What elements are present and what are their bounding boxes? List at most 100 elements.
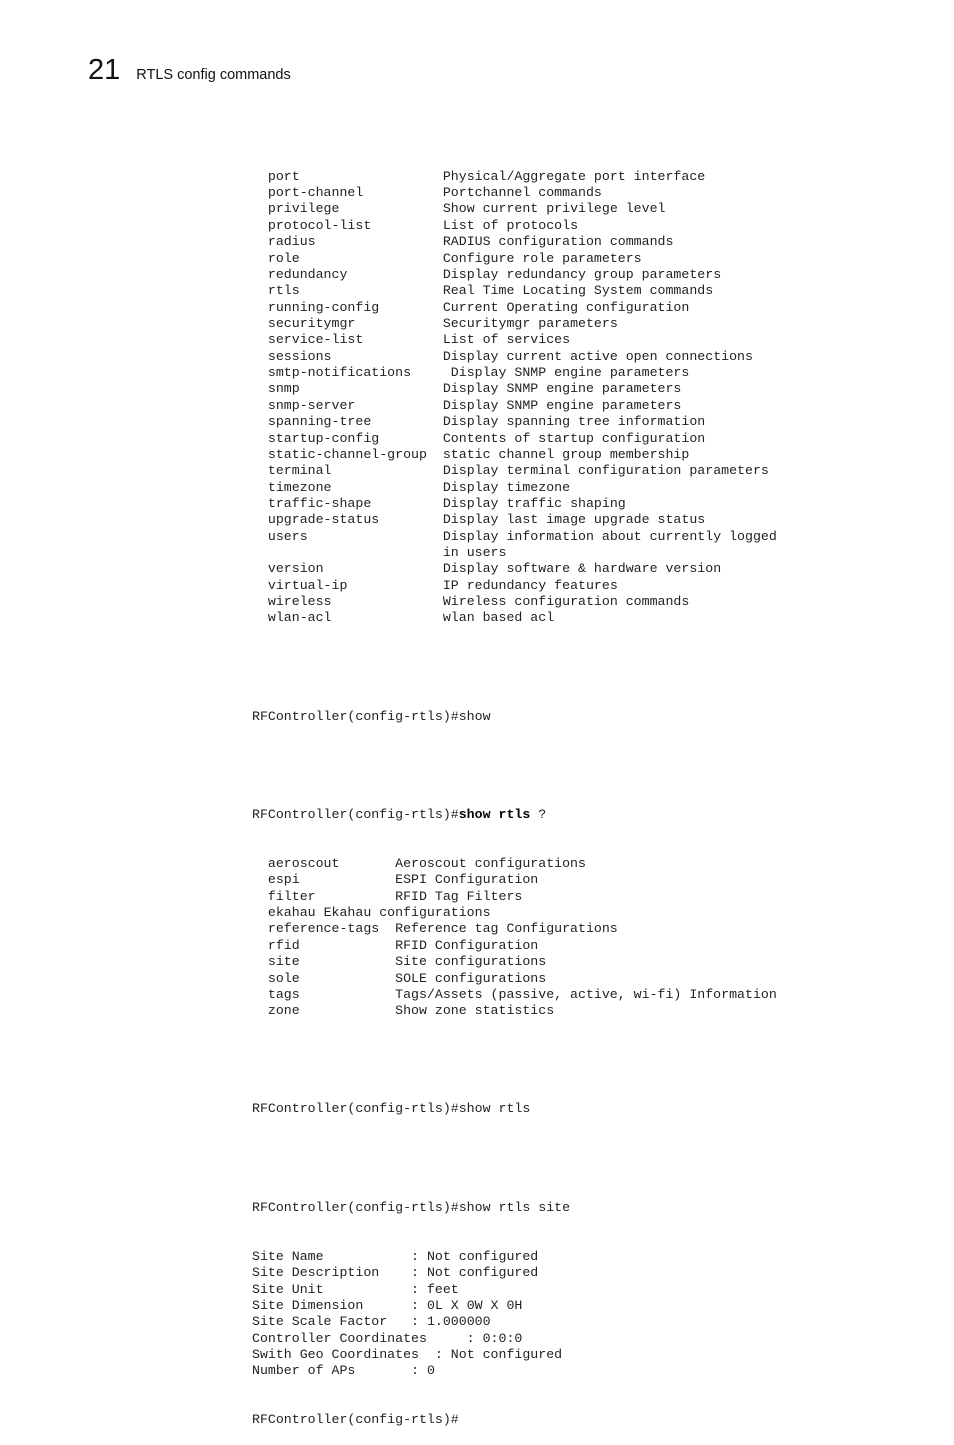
site-info-label: Controller Coordinates : [252, 1330, 483, 1346]
page-header: 21 RTLS config commands [88, 54, 291, 94]
site-info-row: Site Description : Not configured [252, 1265, 777, 1281]
site-info-value: 0L X 0W X 0H [426, 1297, 523, 1313]
show-option-row: smtp-notifications Display SNMP engine p… [252, 365, 777, 381]
show-option-row: terminal Display terminal configuration … [252, 463, 777, 479]
option-command: redundancy [252, 266, 443, 282]
show-option-row: wlan-acl wlan based acl [252, 610, 777, 626]
option-description: Display spanning tree information [442, 414, 706, 430]
rtls-option-row: espi ESPI Configuration [252, 872, 777, 888]
show-option-row: traffic-shape Display traffic shaping [252, 496, 777, 512]
option-description: Site configurations [395, 954, 547, 970]
option-command: rtls [252, 283, 443, 299]
option-command: port [252, 168, 443, 184]
show-option-row: rtls Real Time Locating System commands [252, 283, 777, 299]
option-description: RFID Configuration [395, 937, 539, 953]
show-option-row: static-channel-group static channel grou… [252, 447, 777, 463]
command-text: show [458, 708, 491, 724]
option-command: espi [252, 872, 396, 888]
rtls-option-row: tags Tags/Assets (passive, active, wi-fi… [252, 987, 777, 1003]
rtls-option-row: rfid RFID Configuration [252, 938, 777, 954]
option-description: in users [442, 545, 507, 561]
option-command: tags [252, 986, 396, 1002]
option-command: static-channel-group [252, 446, 443, 462]
option-command: aeroscout [252, 856, 396, 871]
site-info-value: 0 [426, 1363, 435, 1379]
option-command: smtp-notifications [252, 365, 443, 381]
show-option-row: port Physical/Aggregate port interface [252, 169, 777, 185]
option-command: traffic-shape [252, 495, 443, 511]
site-info-label: Site Unit : [252, 1281, 427, 1297]
option-command: running-config [252, 299, 443, 315]
option-description: Display information about currently logg… [442, 528, 777, 544]
option-description: Wireless configuration commands [442, 594, 690, 610]
option-description: wlan based acl [442, 610, 555, 626]
rtls-option-row: ekahau Ekahau configurations [252, 905, 777, 921]
site-info-row: Site Dimension : 0L X 0W X 0H [252, 1298, 777, 1314]
option-description: Portchannel commands [442, 185, 602, 201]
option-command: rfid [252, 937, 396, 953]
option-description: Display SNMP engine parameters [442, 397, 682, 413]
option-description: static channel group membership [442, 446, 690, 462]
code-listing: port Physical/Aggregate port interface p… [252, 136, 777, 1445]
option-description: Display software & hardware version [442, 561, 722, 577]
show-option-row: running-config Current Operating configu… [252, 300, 777, 316]
show-option-row: securitymgr Securitymgr parameters [252, 316, 777, 332]
rtls-option-row: reference-tags Reference tag Configurati… [252, 921, 777, 937]
command-text: show rtls [458, 1101, 531, 1117]
site-info-value: Not configured [426, 1248, 539, 1264]
show-option-row: snmp Display SNMP engine parameters [252, 381, 777, 397]
site-info-value: Not configured [426, 1265, 539, 1281]
option-command: protocol-list [252, 217, 443, 233]
site-info-value: Not configured [450, 1346, 563, 1362]
site-info-label: Site Scale Factor : [252, 1314, 427, 1330]
site-info-label: Site Description : [252, 1265, 427, 1281]
option-description: RADIUS configuration commands [442, 234, 674, 250]
option-description: SOLE configurations [395, 970, 547, 986]
show-option-row: timezone Display timezone [252, 480, 777, 496]
site-info-row: Site Name : Not configured [252, 1249, 777, 1265]
option-description: Aeroscout configurations [395, 856, 586, 871]
option-command: timezone [252, 479, 443, 495]
option-description: Display timezone [442, 479, 571, 495]
show-option-row: redundancy Display redundancy group para… [252, 267, 777, 283]
option-command: securitymgr [252, 315, 443, 331]
option-description: RFID Tag Filters [395, 888, 523, 904]
rtls-option-row: aeroscout Aeroscout configurations [252, 856, 777, 872]
site-info-label: Site Name : [252, 1248, 427, 1264]
site-info-label: Number of APs : [252, 1363, 427, 1379]
option-command: spanning-tree [252, 414, 443, 430]
option-command: reference-tags [252, 921, 396, 937]
option-command: sessions [252, 348, 443, 364]
show-option-row: users Display information about currentl… [252, 529, 777, 545]
prompt-line-show-rtls-help: RFController(config-rtls)#show rtls ? [252, 807, 777, 823]
option-description: Securitymgr parameters [442, 315, 618, 331]
rtls-option-row: filter RFID Tag Filters [252, 889, 777, 905]
prompt-line-show-rtls: RFController(config-rtls)#show rtls [252, 1101, 777, 1117]
option-description: Show current privilege level [442, 201, 666, 217]
option-command: snmp [252, 381, 443, 397]
option-description: Display last image upgrade status [442, 512, 706, 528]
option-description: List of protocols [442, 217, 579, 233]
option-command: radius [252, 234, 443, 250]
site-info-label: Site Dimension : [252, 1297, 427, 1313]
show-option-row: in users [252, 545, 777, 561]
show-option-row: version Display software & hardware vers… [252, 561, 777, 577]
show-options-list: port Physical/Aggregate port interface p… [252, 169, 777, 627]
site-info-value: feet [426, 1281, 459, 1297]
option-command: port-channel [252, 185, 443, 201]
show-option-row: startup-config Contents of startup confi… [252, 431, 777, 447]
prompt: RFController(config-rtls)# [252, 708, 459, 724]
option-description: Ekahau configurations [323, 905, 491, 921]
option-description: Tags/Assets (passive, active, wi-fi) Inf… [395, 986, 777, 1002]
show-option-row: radius RADIUS configuration commands [252, 234, 777, 250]
option-command: wlan-acl [252, 610, 443, 626]
show-option-row: spanning-tree Display spanning tree info… [252, 414, 777, 430]
option-description: Display SNMP engine parameters [442, 365, 690, 381]
site-info-row: Number of APs : 0 [252, 1363, 777, 1379]
rtls-option-row: sole SOLE configurations [252, 971, 777, 987]
option-description: Current Operating configuration [442, 299, 690, 315]
